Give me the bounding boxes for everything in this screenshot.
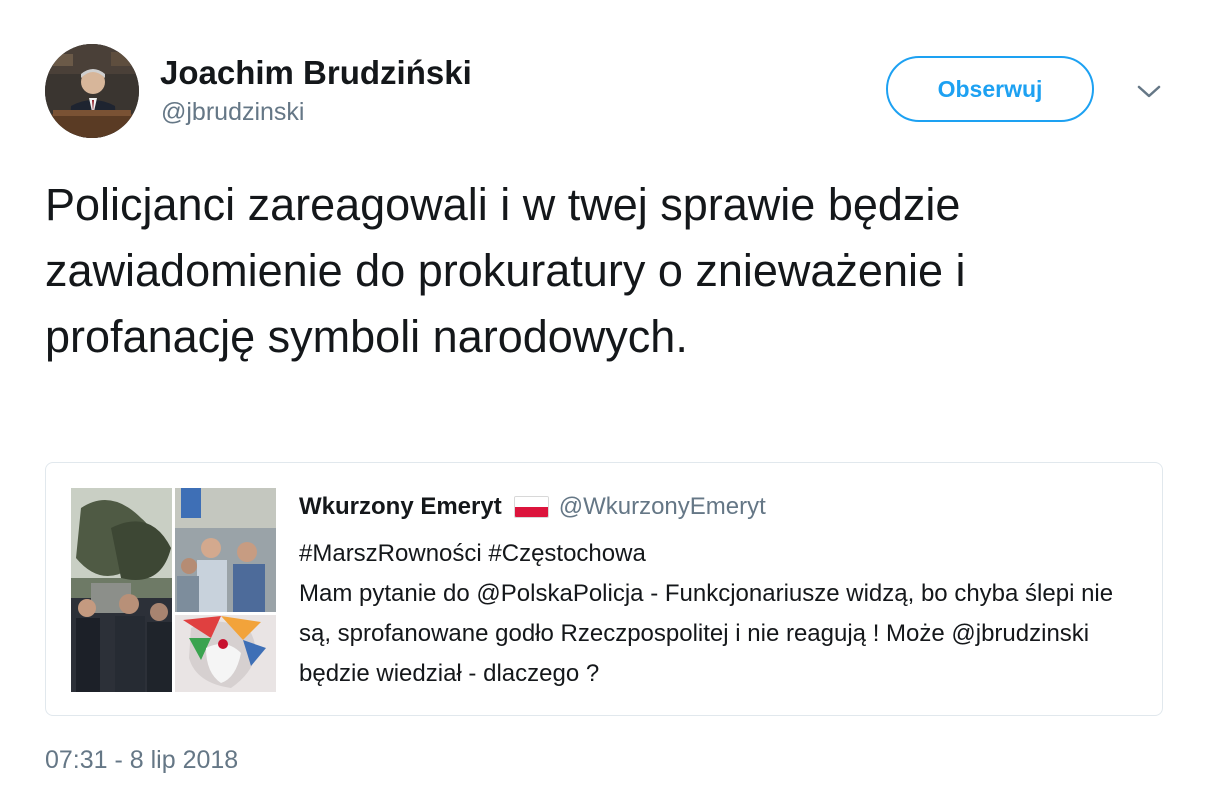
poland-flag-icon — [513, 496, 549, 518]
quoted-tweet-hashtags: #MarszRowności #Częstochowa — [299, 540, 646, 567]
tweet-timestamp[interactable]: 07:31 - 8 lip 2018 — [45, 746, 238, 775]
avatar-photo — [45, 44, 139, 138]
author-handle[interactable]: @jbrudzinski — [161, 98, 304, 127]
media-photo-3 — [175, 615, 276, 692]
tweet-text: Policjanci zareagowali i w twej sprawie … — [45, 179, 966, 362]
author-display-name[interactable]: Joachim Brudziński — [160, 54, 472, 92]
follow-button[interactable]: Obserwuj — [886, 56, 1094, 122]
media-photo-2 — [175, 488, 276, 612]
quoted-tweet-text: #MarszRowności #Częstochowa Mam pytanie … — [299, 534, 1119, 694]
chevron-down-icon[interactable] — [1134, 80, 1164, 102]
avatar[interactable] — [45, 44, 139, 138]
quoted-author-handle: @WkurzonyEmeryt — [558, 493, 766, 520]
quoted-tweet-body: Mam pytanie do @PolskaPolicja - Funkcjon… — [299, 580, 1114, 687]
quoted-tweet-media[interactable] — [71, 488, 276, 692]
media-photo-1 — [71, 488, 172, 692]
quoted-author-name: Wkurzony Emeryt — [299, 493, 502, 520]
quoted-tweet-header: Wkurzony Emeryt @WkurzonyEmeryt — [299, 493, 766, 521]
quoted-tweet-card[interactable]: Wkurzony Emeryt @WkurzonyEmeryt #MarszRo… — [45, 462, 1163, 716]
